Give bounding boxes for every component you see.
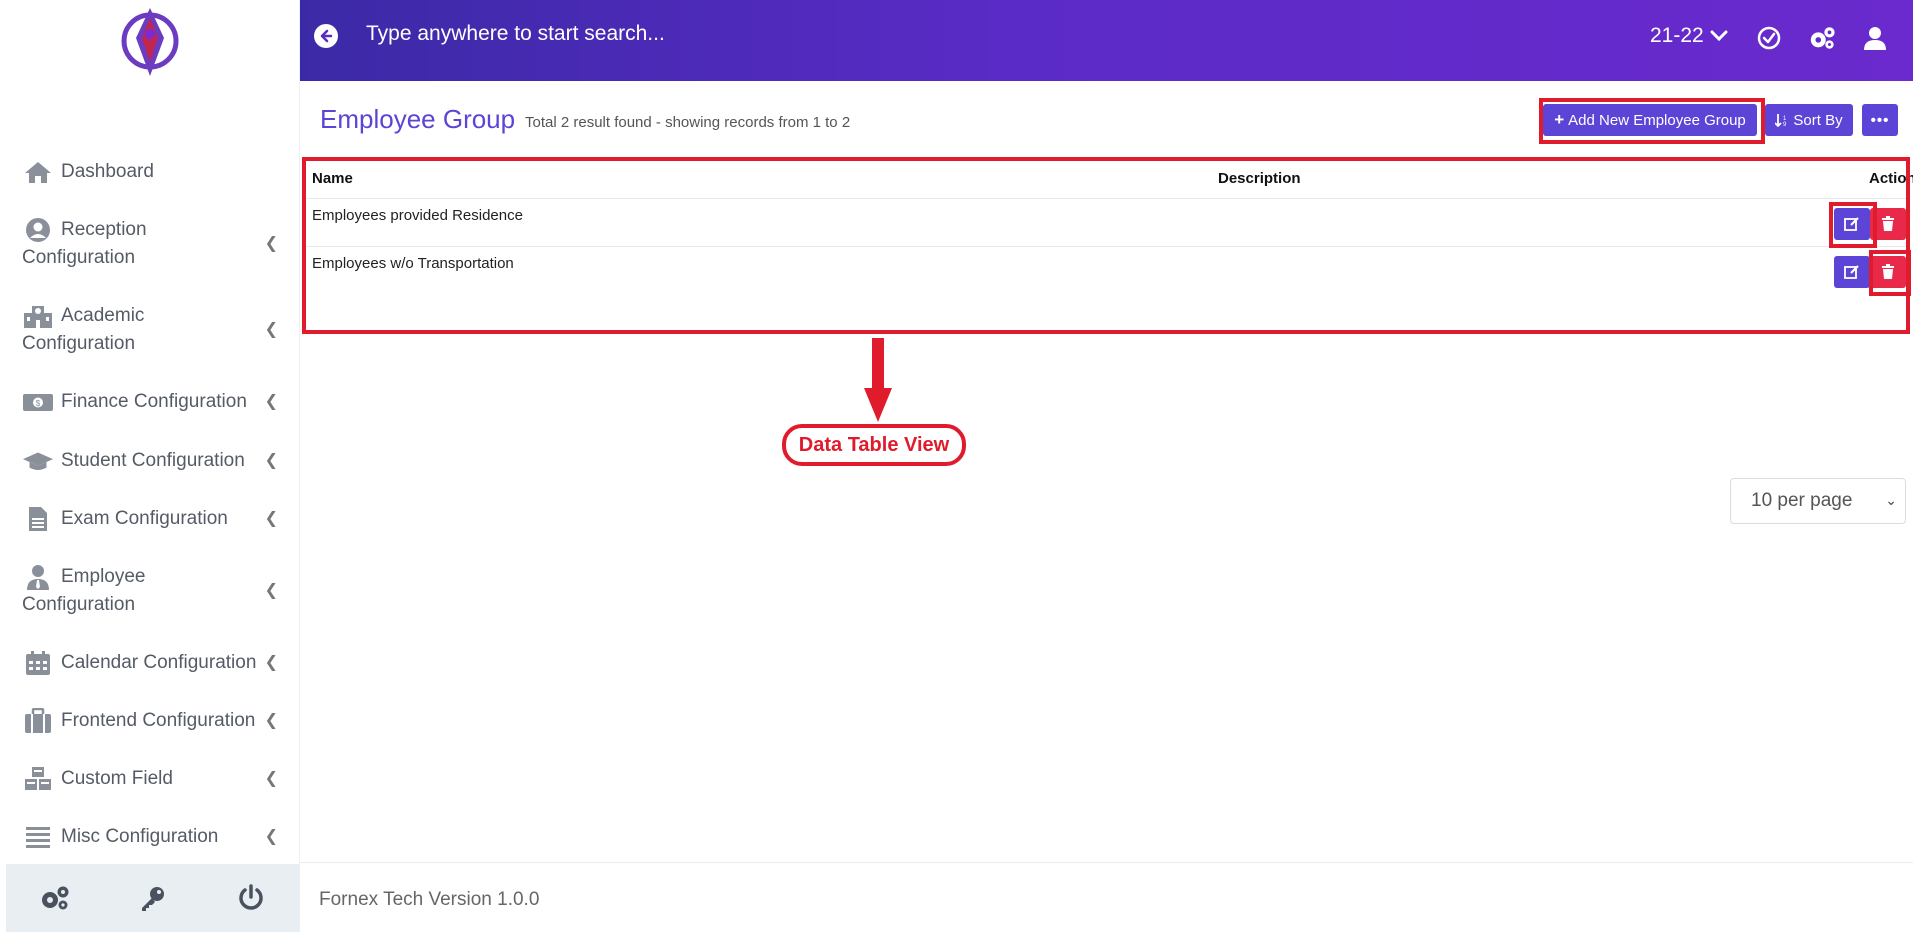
search-input[interactable] [366,22,1166,46]
chevron-left-icon: ❮ [264,235,278,252]
svg-text:$: $ [36,399,41,408]
arrow-down-icon [864,338,892,422]
trash-icon [1882,216,1894,231]
ellipsis-icon: ••• [1870,111,1890,129]
add-employee-group-button[interactable]: + Add New Employee Group [1543,104,1757,136]
edit-icon [1844,217,1859,231]
sidebar-item-reception[interactable]: Reception Configuration ❮ [0,216,300,272]
back-icon[interactable] [314,24,338,48]
cogs-icon[interactable] [35,878,75,918]
session-selector[interactable]: 21-22 [1650,24,1728,48]
top-header: 21-22 [300,0,1913,81]
chevron-left-icon: ❮ [264,654,278,671]
row-name: Employees provided Residence [312,207,523,224]
delete-button[interactable] [1870,256,1906,288]
page-title: Employee Group [320,104,516,134]
chevron-left-icon: ❮ [264,452,278,469]
check-circle-icon[interactable] [1755,24,1783,52]
school-icon [22,302,54,330]
home-icon [22,158,54,186]
sidebar-item-finance[interactable]: $ Finance Configuration ❮ [0,388,300,416]
money-icon: $ [22,388,54,416]
svg-text:9: 9 [1783,122,1787,127]
row-name: Employees w/o Transportation [312,255,514,272]
calendar-icon [22,649,54,677]
column-header-description[interactable]: Description [1218,170,1301,187]
user-icon[interactable] [1861,24,1889,52]
annotation-label: Data Table View [782,424,966,466]
chevron-left-icon: ❮ [264,393,278,410]
employee-group-table: Name Description Action Employees provid… [302,158,1913,333]
sidebar-item-employee[interactable]: Employee Configuration ❮ [0,563,300,619]
session-label: 21-22 [1650,24,1704,47]
sort-icon: 19 [1775,114,1787,127]
edit-button[interactable] [1834,208,1870,240]
sidebar: Dashboard Reception Configuration ❮ Acad… [0,0,300,932]
per-page-select[interactable]: 10 per page ⌄ [1730,478,1906,524]
file-icon [22,505,54,533]
trash-icon [1882,264,1894,279]
chevron-down-icon [1710,30,1728,42]
more-options-button[interactable]: ••• [1862,104,1898,136]
chevron-left-icon: ❮ [264,321,278,338]
sidebar-item-frontend[interactable]: Frontend Configuration ❮ [0,707,300,735]
logo-icon [121,8,178,76]
power-icon[interactable] [231,878,271,918]
result-count: Total 2 result found - showing records f… [525,114,851,131]
chevron-left-icon: ❮ [264,828,278,845]
chevron-left-icon: ❮ [264,712,278,729]
sidebar-footer-toolbar [6,864,300,932]
suitcase-icon [22,707,54,735]
sidebar-item-student[interactable]: Student Configuration ❮ [0,447,300,475]
table-row: Employees provided Residence [302,198,1910,246]
sidebar-item-exam[interactable]: Exam Configuration ❮ [0,505,300,533]
user-circle-icon [22,216,54,244]
edit-button[interactable] [1834,256,1870,288]
sort-button-label: Sort By [1793,111,1843,129]
sidebar-item-custom-field[interactable]: Custom Field ❮ [0,765,300,793]
chevron-left-icon: ❮ [264,770,278,787]
cogs-icon[interactable] [1808,24,1836,52]
list-icon [22,823,54,851]
footer-version: Fornex Tech Version 1.0.0 [319,889,540,910]
per-page-value: 10 per page [1751,490,1853,511]
sidebar-item-calendar[interactable]: Calendar Configuration ❮ [0,649,300,677]
sidebar-item-dashboard[interactable]: Dashboard [0,158,300,186]
delete-button[interactable] [1870,208,1906,240]
user-tie-icon [22,563,54,591]
sidebar-item-misc[interactable]: Misc Configuration ❮ [0,823,300,851]
column-header-name[interactable]: Name [312,170,353,187]
logo-area [0,0,299,82]
key-icon[interactable] [133,878,173,918]
chevron-down-icon: ⌄ [1885,492,1897,508]
table-row: Employees w/o Transportation [302,246,1910,294]
edit-icon [1844,265,1859,279]
chevron-left-icon: ❮ [264,510,278,527]
add-button-label: Add New Employee Group [1568,111,1746,129]
cubes-icon [22,765,54,793]
sidebar-item-academic[interactable]: Academic Configuration ❮ [0,302,300,358]
column-header-action: Action [1869,170,1913,187]
table-header: Name Description Action [312,170,1913,194]
plus-icon: + [1554,110,1565,129]
footer-divider [300,862,1913,863]
chevron-left-icon: ❮ [264,582,278,599]
sort-by-button[interactable]: 19 Sort By [1765,104,1853,136]
graduation-cap-icon [22,447,54,475]
